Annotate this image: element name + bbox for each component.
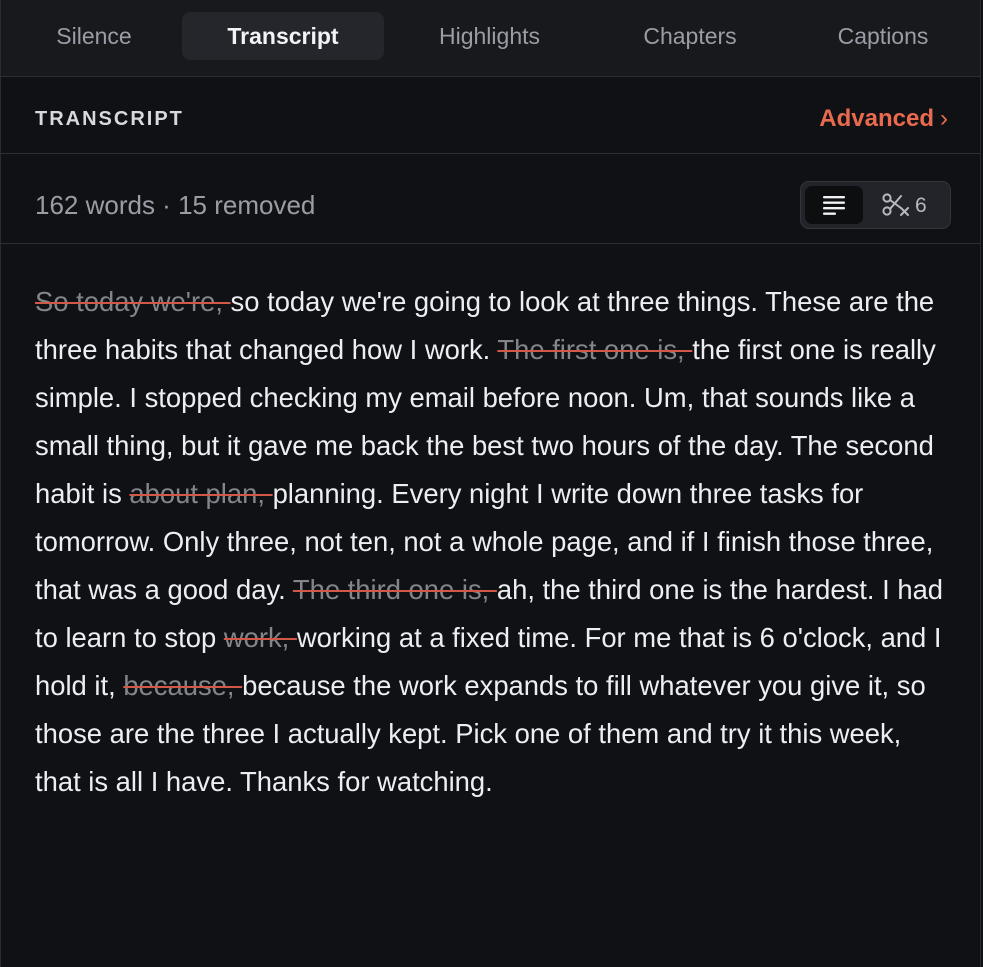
tab-silence[interactable]: Silence [15, 12, 173, 60]
tab-transcript[interactable]: Transcript [182, 12, 384, 60]
removed-transcript-segment[interactable]: about plan, [129, 478, 272, 509]
removed-transcript-segment[interactable]: The third one is, [293, 574, 497, 605]
tab-highlights[interactable]: Highlights [401, 12, 578, 60]
stats-row: 162 words · 15 removed 6 [1, 154, 980, 244]
tab-bar: Silence Transcript Highlights Chapters C… [1, 0, 980, 77]
transcript-panel: Silence Transcript Highlights Chapters C… [0, 0, 981, 967]
lines-icon [823, 196, 845, 215]
cuts-view-button[interactable]: 6 [871, 186, 947, 224]
transcript-text: So today we're, so today we're going to … [35, 278, 953, 806]
removed-transcript-segment[interactable]: work, [224, 622, 297, 653]
section-title: TRANSCRIPT [35, 108, 184, 130]
view-toggle: 6 [800, 181, 951, 229]
tab-chapters[interactable]: Chapters [607, 12, 773, 60]
tab-captions[interactable]: Captions [801, 12, 965, 60]
removed-transcript-segment[interactable]: The first one is, [497, 334, 692, 365]
word-count-summary: 162 words · 15 removed [35, 190, 316, 220]
text-view-button[interactable] [805, 186, 863, 224]
removed-transcript-segment[interactable]: because, [123, 670, 242, 701]
advanced-label: Advanced [819, 105, 934, 132]
chevron-right-icon: › [940, 105, 948, 132]
scissors-x-icon [882, 193, 909, 216]
section-header: TRANSCRIPT Advanced › [1, 77, 980, 154]
removed-transcript-segment[interactable]: So today we're, [35, 286, 231, 317]
advanced-link[interactable]: Advanced › [819, 77, 948, 161]
cuts-count: 6 [915, 194, 927, 217]
